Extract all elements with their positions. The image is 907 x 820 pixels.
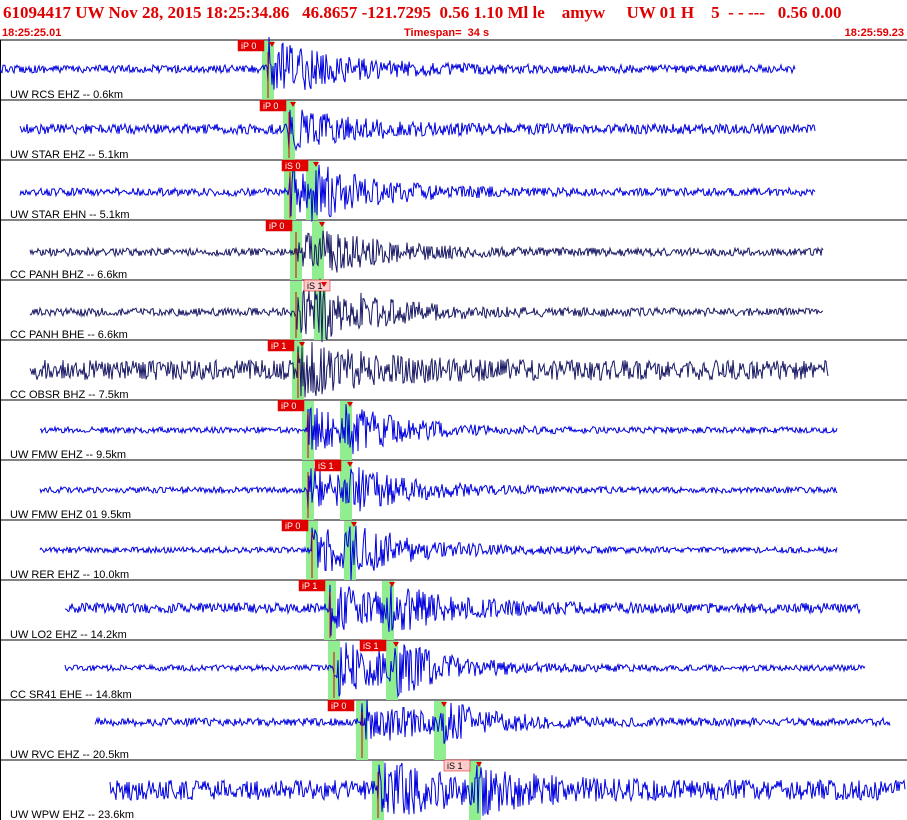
channel-label: UW STAR EHZ -- 5.1km bbox=[10, 149, 128, 161]
pick-label: iP 0 bbox=[241, 41, 256, 51]
pick-label: iP 0 bbox=[331, 701, 346, 711]
channel-label: CC OBSR BHZ -- 7.5km bbox=[10, 389, 129, 401]
trace-panel[interactable]: iS 1 UW WPW EHZ -- 23.6km bbox=[10, 759, 906, 820]
pick-label: iS 1 bbox=[307, 281, 323, 291]
trace-panel[interactable]: iS 1 UW FMW EHZ 01 9.5km bbox=[10, 459, 838, 521]
waveform bbox=[29, 341, 829, 398]
channel-label: CC PANH BHE -- 6.6km bbox=[10, 329, 128, 341]
pick-label: iP 1 bbox=[271, 341, 286, 351]
waveform bbox=[29, 230, 824, 273]
waveform bbox=[39, 404, 838, 455]
trace-panel[interactable]: iS 0 UW STAR EHN -- 5.1km bbox=[10, 159, 816, 223]
pick-label: iP 0 bbox=[263, 101, 278, 111]
pick-label: iS 1 bbox=[447, 761, 463, 771]
channel-label: CC PANH BHZ -- 6.6km bbox=[10, 269, 127, 281]
trace-panel[interactable]: iS 1 CC PANH BHE -- 6.6km bbox=[10, 278, 824, 343]
pick-label: iS 0 bbox=[285, 161, 301, 171]
trace-panel[interactable]: iP 1 UW LO2 EHZ -- 14.2km bbox=[10, 579, 861, 641]
channel-label: UW FMW EHZ -- 9.5km bbox=[10, 449, 126, 461]
waveform bbox=[109, 762, 906, 816]
channel-label: UW LO2 EHZ -- 14.2km bbox=[10, 629, 127, 641]
pick-label: iP 0 bbox=[285, 521, 300, 531]
channel-label: UW RCS EHZ -- 0.6km bbox=[10, 89, 123, 101]
waveform bbox=[64, 642, 866, 698]
waveform bbox=[19, 164, 816, 223]
trace-panel[interactable]: iP 0 UW FMW EHZ -- 9.5km bbox=[10, 399, 838, 461]
trace-panel[interactable]: iP 1 CC OBSR BHZ -- 7.5km bbox=[10, 339, 829, 401]
channel-label: UW WPW EHZ -- 23.6km bbox=[10, 809, 134, 820]
waveform bbox=[19, 109, 816, 152]
trace-panel[interactable]: iP 0 UW STAR EHZ -- 5.1km bbox=[10, 99, 816, 161]
waveform bbox=[94, 699, 891, 744]
pick-label: iS 1 bbox=[318, 461, 334, 471]
channel-label: UW RVC EHZ -- 20.5km bbox=[10, 749, 129, 761]
pick-label: iS 1 bbox=[363, 641, 379, 651]
waveform bbox=[39, 525, 838, 581]
trace-panel[interactable]: iP 0 CC PANH BHZ -- 6.6km bbox=[10, 219, 824, 281]
trace-panel[interactable]: iP 0 UW RER EHZ -- 10.0km bbox=[10, 519, 838, 581]
channel-label: CC SR41 EHE -- 14.8km bbox=[10, 689, 132, 701]
waveform bbox=[0, 36, 796, 91]
seismogram-panel[interactable]: iP 0 UW RCS EHZ -- 0.6km iP 0 UW STAR EHZ -… bbox=[0, 0, 907, 820]
pick-label: iP 1 bbox=[302, 581, 317, 591]
waveform bbox=[29, 278, 824, 343]
pick-label: iP 0 bbox=[269, 221, 284, 231]
trace-panel[interactable]: iP 0 UW RCS EHZ -- 0.6km bbox=[0, 36, 796, 101]
pick-label: iP 0 bbox=[281, 401, 296, 411]
channel-label: UW FMW EHZ 01 9.5km bbox=[10, 509, 131, 521]
channel-label: UW RER EHZ -- 10.0km bbox=[10, 569, 129, 581]
trace-panel[interactable]: iS 1 CC SR41 EHE -- 14.8km bbox=[10, 639, 866, 701]
trace-panel[interactable]: iP 0 UW RVC EHZ -- 20.5km bbox=[10, 699, 891, 761]
phase-window bbox=[434, 701, 446, 760]
waveform bbox=[39, 467, 838, 512]
channel-label: UW STAR EHN -- 5.1km bbox=[10, 209, 130, 221]
waveform bbox=[64, 584, 861, 636]
